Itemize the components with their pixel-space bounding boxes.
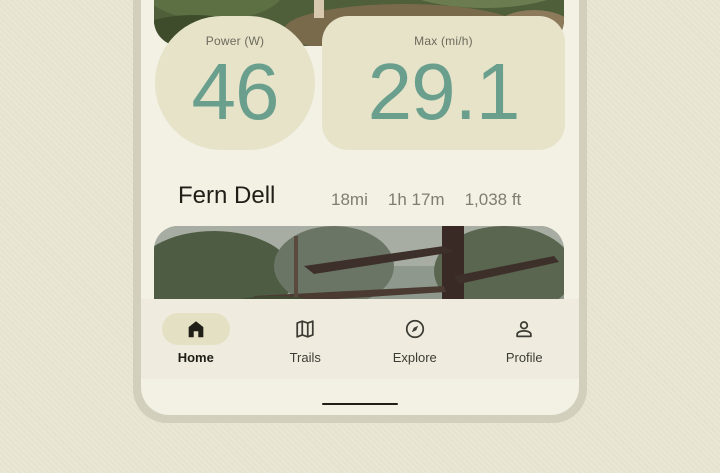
app-screen: Power (W) 46 Max (mi/h) 29.1 Fern Dell 1… xyxy=(141,0,579,415)
power-stat-card[interactable]: Power (W) 46 xyxy=(155,16,315,150)
bottom-navigation: Home Trails Explore Profile xyxy=(141,299,579,379)
nav-label-home: Home xyxy=(177,350,214,365)
nav-label-profile: Profile xyxy=(505,350,543,365)
trail-name[interactable]: Fern Dell xyxy=(178,182,275,210)
nav-home-indicator xyxy=(161,313,230,345)
max-speed-stat-label: Max (mi/h) xyxy=(414,34,473,48)
nav-trails-indicator xyxy=(271,313,339,345)
map-icon xyxy=(296,320,314,338)
power-stat-value: 46 xyxy=(191,47,280,136)
nav-profile-indicator xyxy=(490,313,558,345)
home-icon xyxy=(188,321,204,338)
nav-item-trails[interactable]: Trails xyxy=(251,299,361,379)
compass-icon xyxy=(405,319,424,339)
nav-item-explore[interactable]: Explore xyxy=(360,299,470,379)
nav-label-explore: Explore xyxy=(392,350,437,365)
nav-explore-indicator xyxy=(381,313,449,345)
power-stat-label: Power (W) xyxy=(205,34,265,48)
nav-item-home[interactable]: Home xyxy=(141,299,251,379)
person-icon xyxy=(516,321,532,338)
gesture-handle[interactable] xyxy=(322,403,398,405)
trail-stats: 18mi 1h 17m 1,038 ft xyxy=(331,190,521,210)
max-speed-stat-card[interactable]: Max (mi/h) 29.1 xyxy=(322,16,565,150)
nav-label-trails: Trails xyxy=(289,350,321,365)
max-speed-stat-value: 29.1 xyxy=(367,47,521,136)
trail-elevation: 1,038 ft xyxy=(464,190,522,209)
trail-distance: 18mi xyxy=(331,190,368,209)
phone-frame: Power (W) 46 Max (mi/h) 29.1 Fern Dell 1… xyxy=(133,0,587,423)
trail-duration: 1h 17m xyxy=(387,190,445,209)
nav-item-profile[interactable]: Profile xyxy=(470,299,580,379)
